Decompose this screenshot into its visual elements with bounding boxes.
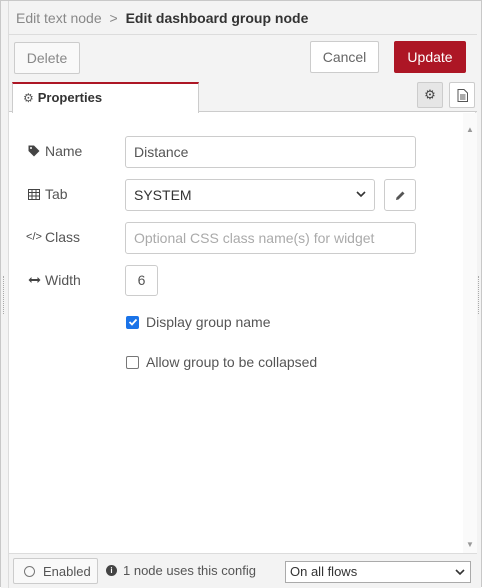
tab-bar: ⚙ Properties ⚙	[9, 79, 477, 113]
class-label-text: Class	[45, 229, 81, 245]
circle-icon	[24, 565, 35, 577]
tab-properties[interactable]: ⚙ Properties	[12, 82, 199, 113]
info-icon: i	[106, 565, 117, 576]
width-label: Width	[27, 272, 81, 288]
usage-info: i 1 node uses this config	[106, 563, 256, 578]
checkbox-unchecked-icon[interactable]	[126, 355, 139, 369]
breadcrumb-separator: >	[109, 10, 118, 26]
width-input[interactable]: 6	[125, 265, 158, 296]
tray-left-edge	[1, 1, 9, 588]
chevron-down-icon	[356, 180, 366, 220]
name-label-text: Name	[45, 143, 83, 159]
gear-icon: ⚙	[23, 91, 34, 105]
breadcrumb: Edit text node > Edit dashboard group no…	[9, 1, 477, 35]
description-icon	[457, 88, 468, 102]
table-icon	[27, 188, 41, 200]
tab-settings[interactable]: ⚙	[417, 82, 443, 108]
name-input[interactable]: Distance	[125, 136, 416, 168]
width-arrows-icon	[27, 276, 41, 284]
page-title: Edit dashboard group node	[125, 10, 309, 26]
tab-select-value: SYSTEM	[134, 187, 192, 203]
properties-panel: Name Distance Tab SYSTEM </> Class Optio…	[9, 113, 477, 553]
class-input[interactable]: Optional CSS class name(s) for widget	[125, 222, 416, 254]
scrollbar[interactable]: ▲ ▼	[463, 113, 477, 553]
scroll-up-icon[interactable]: ▲	[466, 125, 474, 134]
gear-icon: ⚙	[424, 87, 436, 102]
pencil-icon	[395, 191, 404, 200]
delete-button[interactable]: Delete	[14, 42, 80, 74]
name-label: Name	[27, 143, 82, 159]
resize-grip-left[interactable]	[3, 276, 5, 314]
display-group-name-label: Display group name	[146, 314, 271, 330]
enabled-toggle[interactable]: Enabled	[13, 558, 98, 584]
toolbar: Delete Cancel Update	[9, 35, 477, 79]
tab-label-text: Tab	[45, 186, 68, 202]
resize-grip-right[interactable]	[478, 276, 480, 314]
chevron-down-icon	[455, 564, 465, 583]
checkbox-checked-icon[interactable]	[126, 315, 139, 329]
tag-icon	[27, 145, 41, 157]
cancel-button[interactable]: Cancel	[310, 41, 379, 73]
tab-label: Tab	[27, 186, 68, 202]
update-button[interactable]: Update	[394, 41, 466, 73]
width-label-text: Width	[45, 272, 81, 288]
class-label: </> Class	[26, 229, 81, 245]
allow-collapse-label: Allow group to be collapsed	[146, 354, 318, 370]
allow-collapse-checkbox[interactable]: Allow group to be collapsed	[126, 354, 317, 370]
tab-properties-label: Properties	[37, 90, 103, 105]
tab-description[interactable]	[449, 82, 475, 108]
scope-select[interactable]: On all flows	[285, 561, 471, 583]
tab-select[interactable]: SYSTEM	[125, 179, 375, 211]
edit-tray: Edit text node > Edit dashboard group no…	[0, 0, 482, 588]
display-group-name-checkbox[interactable]: Display group name	[126, 314, 271, 330]
scope-select-value: On all flows	[290, 564, 358, 579]
edit-tab-button[interactable]	[384, 179, 416, 211]
enabled-label: Enabled	[43, 563, 91, 579]
scroll-down-icon[interactable]: ▼	[466, 540, 474, 549]
breadcrumb-parent[interactable]: Edit text node	[16, 10, 102, 26]
usage-text: 1 node uses this config	[123, 563, 256, 578]
footer: Enabled i 1 node uses this config On all…	[9, 553, 477, 588]
code-icon: </>	[26, 231, 42, 243]
